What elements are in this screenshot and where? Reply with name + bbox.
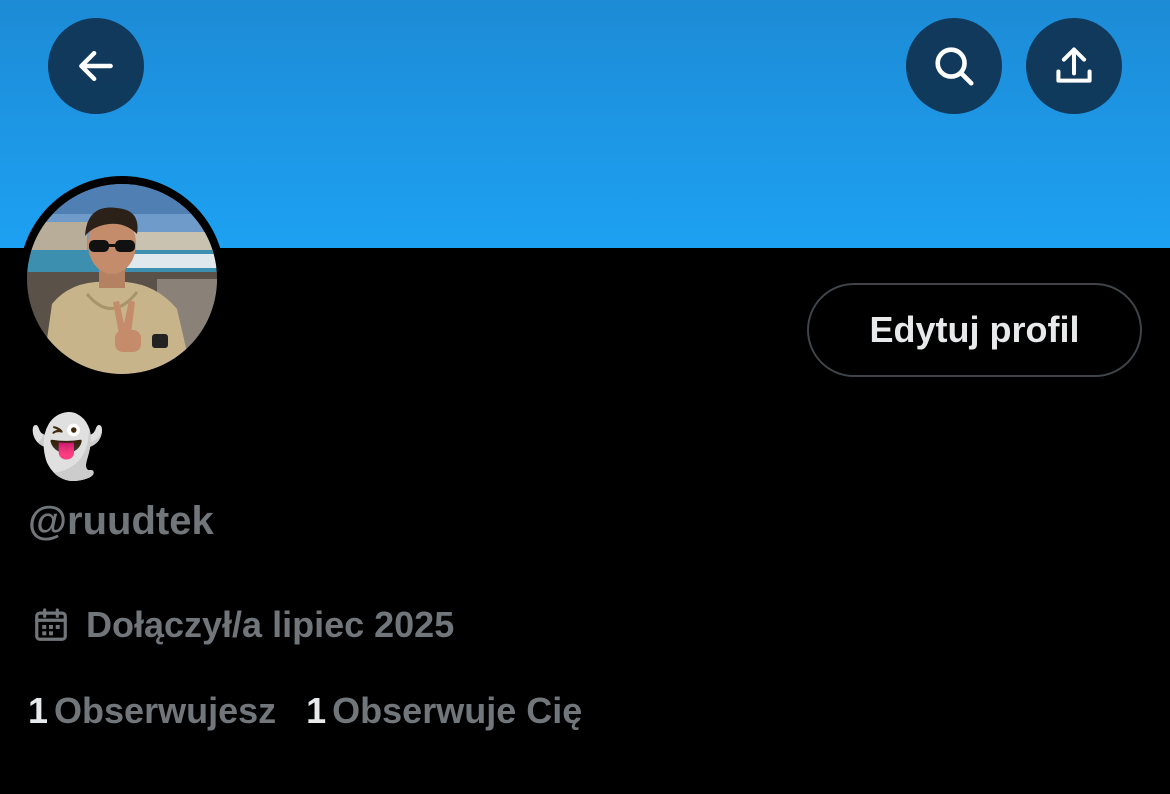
join-date: Dołączył/a lipiec 2025 [32, 600, 454, 650]
avatar-container[interactable] [19, 176, 225, 382]
profile-page: Edytuj profil 👻 @ruudtek Dołączył/a lipi… [0, 0, 1170, 794]
display-name: 👻 [30, 412, 105, 482]
share-button[interactable] [1026, 18, 1122, 114]
followers-label: Obserwuje Cię [332, 690, 583, 731]
share-icon [1056, 47, 1092, 83]
arrow-left-icon [79, 50, 113, 82]
following-link[interactable]: 1 Obserwujesz [28, 690, 276, 732]
following-count: 1 [28, 690, 49, 731]
calendar-icon [35, 608, 67, 641]
follow-stats: 1 Obserwujesz 1 Obserwuje Cię [28, 686, 582, 736]
join-date-text: Dołączył/a lipiec 2025 [86, 604, 455, 645]
user-handle: @ruudtek [28, 499, 214, 543]
avatar[interactable] [27, 184, 217, 374]
search-button[interactable] [906, 18, 1002, 114]
followers-count: 1 [306, 690, 327, 731]
search-icon [935, 47, 974, 86]
edit-profile-button[interactable]: Edytuj profil [807, 283, 1142, 377]
back-button[interactable] [48, 18, 144, 114]
following-label: Obserwujesz [54, 690, 277, 731]
followers-link[interactable]: 1 Obserwuje Cię [306, 690, 582, 732]
